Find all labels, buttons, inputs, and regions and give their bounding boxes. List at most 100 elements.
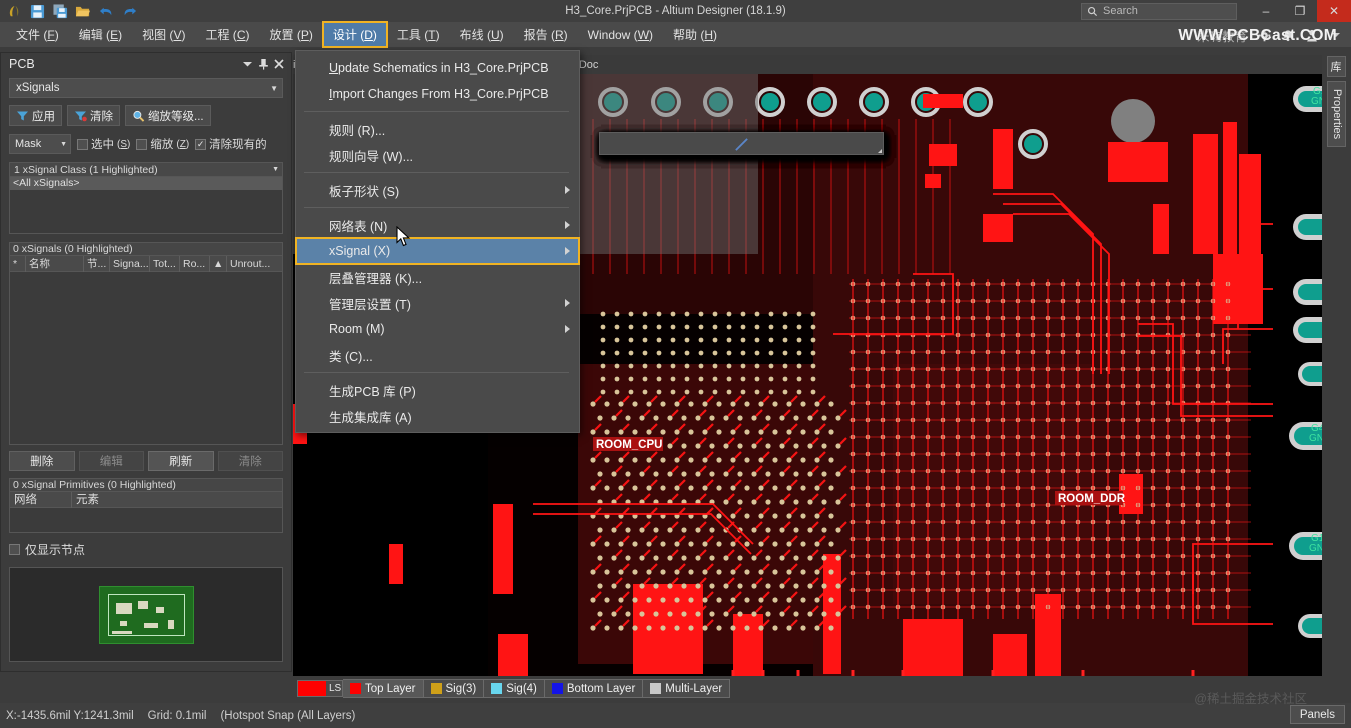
only-show-nodes-label: 仅显示节点 [25, 543, 86, 557]
xsignal-class-list[interactable]: <All xSignals> [9, 177, 283, 234]
checkbox-box [136, 138, 148, 150]
select-checkbox-label: 选中 [91, 139, 114, 151]
close-icon[interactable] [271, 56, 287, 72]
menu-sheji[interactable]: 设计 (D) [321, 21, 388, 48]
primitives-grid-header: 网络 元素 [9, 491, 283, 508]
redo-icon[interactable] [120, 2, 138, 20]
col-unrouted[interactable]: Unrout... [227, 256, 277, 272]
menu-item-import-changes[interactable]: Import Changes From H3_Core.PrjPCB [296, 81, 579, 107]
menu-baogao[interactable]: 报告 (R) [514, 22, 578, 47]
layer-tab-top-layer[interactable]: Top Layer [343, 679, 424, 698]
xsignals-header: 0 xSignals (0 Highlighted) [9, 242, 283, 256]
pin-icon[interactable] [255, 56, 271, 72]
col-signal[interactable]: Signa... [110, 255, 150, 272]
layer-stack-label: LS [329, 683, 342, 694]
edit-button[interactable]: 编辑 [78, 451, 144, 471]
menu-gongcheng[interactable]: 工程 (C) [195, 22, 259, 47]
menu-separator [304, 207, 569, 208]
col-routed[interactable]: Ro... [180, 255, 210, 272]
layer-color-swatch [650, 683, 662, 694]
menu-item-rule-wizard[interactable]: 规则向导 (W)... [296, 142, 579, 168]
scope-combo[interactable]: xSignals ▼ [9, 78, 283, 98]
xsignal-class-header[interactable]: 1 xSignal Class (1 Highlighted) ▼ [9, 162, 283, 177]
layer-color-swatch [298, 681, 326, 696]
menu-fangzhi[interactable]: 放置 (P) [259, 22, 322, 47]
menu-item-manage-layer-sets[interactable]: 管理层设置 (T) [296, 290, 579, 316]
clear-list-button[interactable]: 清除 [217, 451, 283, 471]
svg-text:GND: GND [1311, 96, 1322, 107]
open-folder-icon[interactable] [74, 2, 92, 20]
menu-wenjian[interactable]: 文件 (F) [6, 22, 69, 47]
menu-bianji[interactable]: 编辑 (E) [69, 22, 132, 47]
layer-tab-bottom-layer[interactable]: Bottom Layer [544, 679, 644, 698]
save-all-icon[interactable] [51, 2, 69, 20]
active-layer-swatch[interactable]: LS [297, 680, 343, 697]
chevron-down-icon[interactable] [239, 56, 255, 72]
pcb-panel-filter-buttons: 应用 清除 缩放等级... [9, 105, 283, 126]
search-input[interactable]: Search [1081, 2, 1237, 20]
place-line-icon[interactable] [599, 132, 884, 155]
col-nodes[interactable]: 节... [84, 255, 110, 272]
board-preview[interactable] [9, 567, 283, 662]
submenu-arrow-icon [565, 221, 570, 229]
menu-item-make-pcb-library[interactable]: 生成PCB 库 (P) [296, 377, 579, 403]
col-total[interactable]: Tot... [150, 255, 180, 272]
menu-item-make-integrated-library[interactable]: 生成集成库 (A) [296, 403, 579, 429]
primitives-grid-body[interactable] [9, 508, 283, 533]
menu-gongju[interactable]: 工具 (T) [387, 22, 450, 47]
only-show-nodes-checkbox[interactable]: 仅显示节点 [9, 541, 283, 558]
zoom-level-button[interactable]: 缩放等级... [125, 105, 211, 126]
col-name[interactable]: 名称 [26, 255, 84, 272]
menu-window[interactable]: Window (W) [578, 22, 663, 47]
menu-bangzhu[interactable]: 帮助 (H) [663, 22, 727, 47]
menu-separator [304, 111, 569, 112]
menu-item-update-schematics[interactable]: Update Schematics in H3_Core.PrjPCB [296, 55, 579, 81]
dock-tab-properties[interactable]: Properties [1327, 81, 1346, 148]
col-element[interactable]: 元素 [72, 492, 162, 508]
delete-button[interactable]: 删除 [9, 451, 75, 471]
menu-item-classes[interactable]: 类 (C)... [296, 342, 579, 368]
svg-text:ROOM_CPU: ROOM_CPU [596, 439, 662, 451]
select-checkbox[interactable]: 选中 (S) [77, 136, 130, 152]
list-item[interactable]: <All xSignals> [10, 177, 282, 190]
undo-icon[interactable] [97, 2, 115, 20]
layer-tab-multi-layer[interactable]: Multi-Layer [643, 679, 731, 698]
board-thumbnail [98, 585, 194, 644]
panels-button[interactable]: Panels [1289, 705, 1345, 724]
title-bar-right: Search – ❐ ✕ [1081, 0, 1351, 22]
search-icon [1087, 6, 1098, 16]
clear-button[interactable]: 清除 [67, 105, 120, 126]
layer-color-swatch [430, 683, 442, 694]
menu-item-xsignal[interactable]: xSignal (X) [295, 237, 580, 265]
clear-existing-checkbox[interactable]: ✓ 清除现有的 [195, 136, 267, 152]
layer-tab-sig3[interactable]: Sig(3) [423, 679, 485, 698]
menu-shitu[interactable]: 视图 (V) [132, 22, 195, 47]
menu-item-netlist[interactable]: 网络表 (N) [296, 212, 579, 238]
menu-buxian[interactable]: 布线 (U) [450, 22, 514, 47]
menu-item-room[interactable]: Room (M) [296, 316, 579, 342]
menu-item-board-shape[interactable]: 板子形状 (S) [296, 177, 579, 203]
mask-select-value: Mask [15, 138, 42, 150]
menu-item-rules[interactable]: 规则 (R)... [296, 116, 579, 142]
col-net[interactable]: 网络 [10, 491, 72, 508]
zoom-checkbox-label: 缩放 [150, 139, 174, 151]
sort-asc-icon[interactable]: ▲ [210, 255, 227, 272]
altium-logo-icon[interactable] [5, 2, 23, 20]
mask-select[interactable]: Mask ▼ [9, 134, 71, 154]
layer-tab-sig4[interactable]: Sig(4) [484, 679, 545, 698]
svg-text:GND: GND [1309, 543, 1322, 554]
xsignals-grid-body[interactable] [9, 272, 283, 445]
close-button[interactable]: ✕ [1317, 0, 1351, 22]
layer-label: Multi-Layer [665, 682, 723, 695]
clear-filter-icon [75, 111, 87, 121]
refresh-button[interactable]: 刷新 [148, 451, 214, 471]
menu-item-layer-stack-manager[interactable]: 层叠管理器 (K)... [296, 264, 579, 290]
save-icon[interactable] [28, 2, 46, 20]
dock-tab-library[interactable]: 库 [1327, 56, 1346, 77]
restore-button[interactable]: ❐ [1283, 0, 1317, 22]
col-star[interactable]: * [10, 255, 26, 272]
menu-separator [304, 372, 569, 373]
zoom-checkbox[interactable]: 缩放 (Z) [136, 136, 189, 152]
apply-button[interactable]: 应用 [9, 105, 62, 126]
minimize-button[interactable]: – [1249, 0, 1283, 22]
